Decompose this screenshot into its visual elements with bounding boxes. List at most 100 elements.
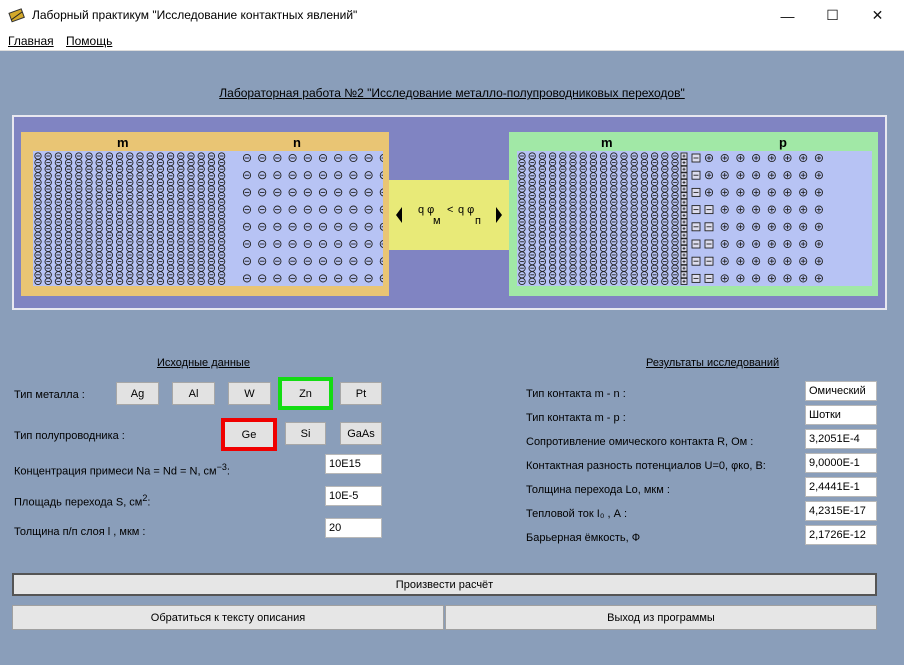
electron-icon (303, 188, 312, 197)
metal-electron-icon (589, 172, 598, 180)
semi-si-button[interactable]: Si (285, 422, 326, 445)
metal-electron-icon (630, 205, 638, 213)
metal-ag-button[interactable]: Ag (116, 382, 159, 405)
metal-electron-icon (34, 152, 42, 160)
thickness-input[interactable]: 20 (325, 518, 382, 538)
metal-electron-icon (671, 277, 679, 286)
semi-gaas-button[interactable]: GaAs (340, 422, 382, 445)
maximize-button[interactable]: ☐ (810, 0, 855, 31)
metal-electron-icon (95, 172, 103, 180)
description-button[interactable]: Обратиться к тексту описания (12, 605, 444, 630)
exit-button[interactable]: Выход из программы (445, 605, 877, 630)
metal-electron-icon (34, 264, 42, 272)
metal-electron-icon (166, 152, 175, 160)
menu-help[interactable]: Помощь (66, 34, 112, 48)
metal-electron-icon (187, 165, 195, 173)
metal-electron-icon (187, 224, 195, 233)
metal-electron-icon (197, 165, 205, 173)
electron-icon (242, 222, 252, 231)
electron-icon (303, 257, 312, 266)
metal-electron-icon (85, 264, 93, 272)
metal-electron-icon (579, 257, 587, 266)
metal-al-button[interactable]: Al (172, 382, 215, 405)
calculate-button[interactable]: Произвести расчёт (12, 573, 877, 596)
metal-electron-icon (54, 224, 63, 233)
metal-electron-icon (610, 205, 618, 213)
metal-electron-icon (640, 185, 649, 193)
metal-zn-button[interactable]: Zn (278, 377, 333, 410)
metal-electron-icon (207, 251, 216, 259)
metal-electron-icon (197, 172, 205, 180)
metal-electron-icon (630, 238, 638, 246)
interface-positive-charge-icon (680, 178, 688, 186)
metal-electron-icon (156, 218, 165, 226)
metal-electron-icon (538, 224, 547, 233)
metal-electron-icon (650, 165, 659, 173)
metal-electron-icon (528, 224, 536, 233)
metal-electron-icon (177, 172, 185, 180)
metal-electron-icon (217, 224, 226, 233)
concentration-input[interactable]: 10E15 (325, 454, 382, 474)
interface-positive-charge-icon (680, 198, 688, 206)
electron-icon (273, 205, 282, 214)
metal-electron-icon (559, 251, 567, 259)
metal-electron-icon (126, 231, 134, 239)
metal-electron-icon (146, 257, 154, 266)
metal-electron-icon (115, 198, 124, 206)
metal-electron-icon (34, 205, 42, 213)
hole-icon (720, 188, 729, 197)
hole-icon (783, 274, 792, 283)
metal-electron-icon (105, 277, 114, 286)
metal-electron-icon (115, 231, 124, 239)
metal-electron-icon (217, 198, 226, 206)
metal-electron-icon (85, 271, 93, 279)
mp-m-label: m (601, 135, 613, 150)
metal-electron-icon (126, 244, 134, 253)
metal-electron-icon (548, 205, 557, 213)
metal-electron-icon (599, 158, 608, 167)
metal-electron-icon (34, 211, 42, 220)
metal-electron-icon (85, 205, 93, 213)
hole-icon (767, 274, 776, 283)
minimize-button[interactable]: — (765, 0, 810, 31)
area-input[interactable]: 10E-5 (325, 486, 382, 506)
metal-electron-icon (166, 257, 175, 266)
result-value-current: 4,2315E-17 (805, 501, 877, 521)
metal-electron-icon (187, 152, 195, 160)
electron-icon (349, 153, 358, 163)
metal-electron-icon (217, 251, 226, 259)
metal-electron-icon (620, 172, 628, 180)
metal-electron-icon (197, 238, 205, 246)
metal-electron-icon (187, 172, 195, 180)
metal-electron-icon (620, 244, 628, 253)
metal-electron-icon (207, 211, 216, 220)
metal-electron-icon (64, 244, 73, 253)
semi-ge-button[interactable]: Ge (221, 418, 277, 451)
acceptor-ion-icon (691, 222, 701, 232)
metal-electron-icon (569, 185, 577, 193)
metal-electron-icon (661, 257, 669, 266)
metal-electron-icon (650, 277, 659, 286)
hole-icon (720, 205, 729, 214)
close-button[interactable]: ✕ (855, 0, 900, 31)
metal-electron-icon (136, 165, 144, 173)
metal-electron-icon (44, 158, 52, 167)
metal-electron-icon (640, 152, 649, 160)
electron-icon (364, 222, 373, 231)
metal-pt-button[interactable]: Pt (340, 382, 382, 405)
hole-icon (767, 171, 776, 180)
result-label-potential: Контактная разность потенциалов U=0, φко… (526, 460, 766, 472)
hole-icon (814, 274, 823, 283)
menu-main[interactable]: Главная (8, 34, 54, 48)
electron-icon (273, 274, 282, 283)
mn-carriers (34, 152, 388, 286)
metal-electron-icon (156, 277, 165, 286)
metal-w-button[interactable]: W (228, 382, 271, 405)
metal-electron-icon (548, 198, 557, 206)
electron-icon (349, 171, 358, 180)
metal-electron-icon (610, 185, 618, 193)
metal-electron-icon (569, 257, 577, 266)
metal-electron-icon (136, 271, 144, 279)
electron-icon (379, 274, 388, 283)
metal-electron-icon (105, 224, 114, 233)
